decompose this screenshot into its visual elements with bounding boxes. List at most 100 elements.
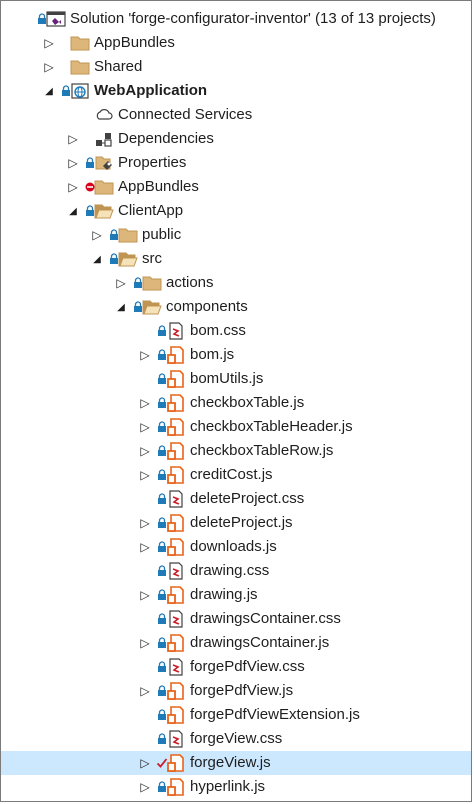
tree-item-label: checkboxTable.js — [190, 394, 305, 411]
collapsed-arrow-icon[interactable] — [138, 583, 152, 607]
tree-row[interactable]: AppBundles — [1, 175, 471, 199]
collapsed-arrow-icon[interactable] — [138, 391, 152, 415]
js-file-icon — [166, 633, 186, 653]
dependencies-icon — [94, 129, 114, 149]
tree-row[interactable]: Connected Services — [1, 103, 471, 127]
solution-icon — [46, 9, 66, 29]
collapsed-arrow-icon[interactable] — [42, 55, 56, 79]
tree-row[interactable]: WebApplication — [1, 79, 471, 103]
tree-row[interactable]: drawing.js — [1, 583, 471, 607]
tree-row[interactable]: src — [1, 247, 471, 271]
js-file-icon — [166, 393, 186, 413]
tree-row[interactable]: Solution 'forge-configurator-inventor' (… — [1, 7, 471, 31]
collapsed-arrow-icon[interactable] — [138, 463, 152, 487]
tree-row[interactable]: Shared — [1, 55, 471, 79]
collapsed-arrow-icon[interactable] — [66, 175, 80, 199]
tree-row[interactable]: actions — [1, 271, 471, 295]
collapsed-arrow-icon[interactable] — [138, 343, 152, 367]
folder-icon — [94, 177, 114, 197]
css-file-icon — [166, 729, 186, 749]
collapsed-arrow-icon[interactable] — [138, 511, 152, 535]
js-file-icon — [166, 753, 186, 773]
folder-icon — [70, 57, 90, 77]
tree-row[interactable]: drawingsContainer.js — [1, 631, 471, 655]
tree-item-label: checkboxTableHeader.js — [190, 418, 353, 435]
tree-item-label: forgeView.js — [190, 754, 271, 771]
tree-item-label: bom.css — [190, 322, 246, 339]
tree-item-label: deleteProject.js — [190, 514, 293, 531]
folder-open-icon — [94, 201, 114, 221]
tree-row[interactable]: forgePdfView.css — [1, 655, 471, 679]
expanded-arrow-icon[interactable] — [90, 247, 104, 271]
tree-row[interactable]: hyperlink.js — [1, 775, 471, 799]
tree-row[interactable]: components — [1, 295, 471, 319]
tree-item-label: AppBundles — [118, 178, 199, 195]
tree-item-label: components — [166, 298, 248, 315]
tree-row[interactable]: drawingsContainer.css — [1, 607, 471, 631]
tree-row[interactable]: drawing.css — [1, 559, 471, 583]
collapsed-arrow-icon[interactable] — [138, 439, 152, 463]
tree-row[interactable]: creditCost.js — [1, 463, 471, 487]
tree-row[interactable]: bom.css — [1, 319, 471, 343]
folder-icon — [142, 273, 162, 293]
tree-row[interactable]: forgeView.css — [1, 727, 471, 751]
js-file-icon — [166, 681, 186, 701]
collapsed-arrow-icon[interactable] — [66, 151, 80, 175]
js-file-icon — [166, 369, 186, 389]
expanded-arrow-icon[interactable] — [66, 199, 80, 223]
collapsed-arrow-icon[interactable] — [138, 775, 152, 799]
css-file-icon — [166, 489, 186, 509]
properties-icon — [94, 153, 114, 173]
collapsed-arrow-icon[interactable] — [42, 31, 56, 55]
collapsed-arrow-icon[interactable] — [138, 535, 152, 559]
tree-row[interactable]: bom.js — [1, 343, 471, 367]
tree-row[interactable]: bomUtils.js — [1, 367, 471, 391]
tree-item-label: Solution 'forge-configurator-inventor' (… — [70, 10, 436, 27]
expanded-arrow-icon[interactable] — [114, 295, 128, 319]
tree-row[interactable]: ClientApp — [1, 199, 471, 223]
tree-item-label: Properties — [118, 154, 187, 171]
collapsed-arrow-icon[interactable] — [138, 415, 152, 439]
tree-item-label: deleteProject.css — [190, 490, 305, 507]
js-file-icon — [166, 705, 186, 725]
tree-row[interactable]: deleteProject.js — [1, 511, 471, 535]
tree-item-label: forgePdfViewExtension.js — [190, 706, 360, 723]
tree-item-label: hyperlink.js — [190, 778, 266, 795]
tree-row[interactable]: checkboxTableHeader.js — [1, 415, 471, 439]
tree-item-label: bomUtils.js — [190, 370, 264, 387]
tree-item-label: Dependencies — [118, 130, 214, 147]
expanded-arrow-icon[interactable] — [42, 79, 56, 103]
collapsed-arrow-icon[interactable] — [138, 631, 152, 655]
collapsed-arrow-icon[interactable] — [90, 223, 104, 247]
css-file-icon — [166, 561, 186, 581]
tree-row[interactable]: forgeView.js — [1, 751, 471, 775]
js-file-icon — [166, 537, 186, 557]
tree-row[interactable]: checkboxTable.js — [1, 391, 471, 415]
tree-item-label: src — [142, 250, 162, 267]
folder-icon — [70, 33, 90, 53]
tree-row[interactable]: Dependencies — [1, 127, 471, 151]
tree-item-label: Shared — [94, 58, 143, 75]
collapsed-arrow-icon[interactable] — [138, 679, 152, 703]
connected-services-icon — [94, 105, 114, 125]
tree-row[interactable]: public — [1, 223, 471, 247]
tree-row[interactable]: forgePdfView.js — [1, 679, 471, 703]
collapsed-arrow-icon[interactable] — [138, 751, 152, 775]
collapsed-arrow-icon[interactable] — [114, 271, 128, 295]
tree-row[interactable]: downloads.js — [1, 535, 471, 559]
js-file-icon — [166, 417, 186, 437]
tree-item-label: public — [142, 226, 182, 243]
js-file-icon — [166, 513, 186, 533]
tree-row[interactable]: AppBundles — [1, 31, 471, 55]
tree-row[interactable]: checkboxTableRow.js — [1, 439, 471, 463]
tree-item-label: drawingsContainer.js — [190, 634, 330, 651]
js-file-icon — [166, 585, 186, 605]
tree-row[interactable]: forgePdfViewExtension.js — [1, 703, 471, 727]
web-project-icon — [70, 81, 90, 101]
js-file-icon — [166, 441, 186, 461]
tree-row[interactable]: Properties — [1, 151, 471, 175]
tree-row[interactable]: deleteProject.css — [1, 487, 471, 511]
collapsed-arrow-icon[interactable] — [66, 127, 80, 151]
tree-item-label: drawingsContainer.css — [190, 610, 341, 627]
tree-item-label: downloads.js — [190, 538, 277, 555]
